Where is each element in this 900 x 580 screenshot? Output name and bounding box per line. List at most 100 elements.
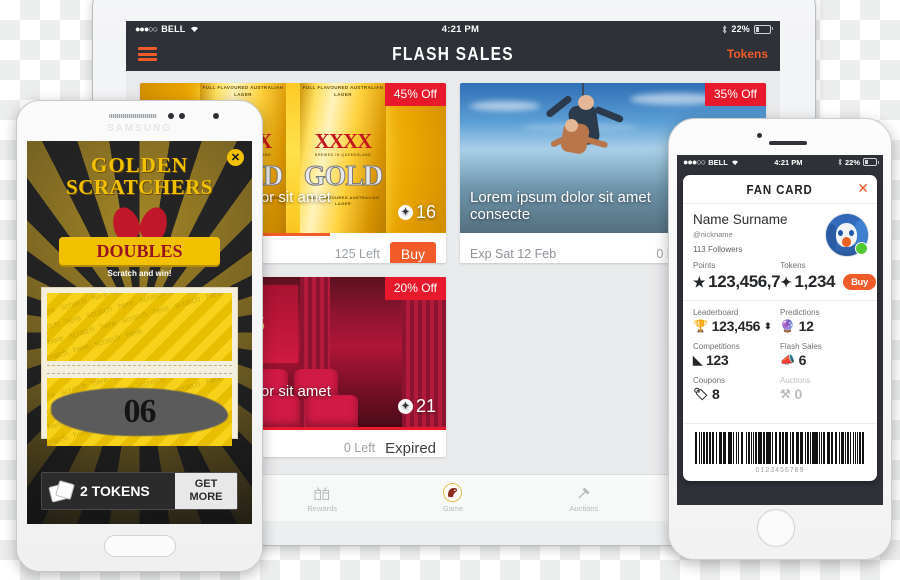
points-label: Points [693, 261, 716, 270]
carrier-label: BELL [708, 157, 728, 167]
stat-coupons[interactable]: Coupons 🏷 8 [693, 376, 780, 402]
game-tagline: Scratch and win! [107, 269, 172, 278]
profile-block: Name Surname @nickname 113 Followers [683, 204, 877, 261]
barcode-number: 0123456789 [755, 467, 805, 474]
stat-value: 6 [798, 352, 807, 368]
online-status-dot [855, 242, 868, 255]
tag-icon: 🏷 [693, 387, 708, 401]
broncos-horse-icon [388, 483, 519, 502]
token-balance[interactable]: 2 TOKENS [42, 473, 175, 509]
earpiece-speaker [109, 114, 157, 118]
tokens-block: Tokens ✦ 1,234 Buy [780, 261, 876, 292]
scratch-panel-revealed[interactable]: scratch here scratch here scratch here s… [47, 378, 232, 446]
earpiece-speaker [769, 141, 807, 145]
followers-count: 113 Followers [693, 244, 743, 254]
beer-brand: XXXX [314, 129, 373, 153]
stat-leaderboard[interactable]: Leaderboard 🏆 123,456 ⬍ [693, 308, 780, 334]
ticket-perforation [47, 365, 232, 374]
buy-tokens-button[interactable]: Buy [843, 274, 876, 290]
stat-value-row: 🏆 123,456 ⬍ [693, 318, 780, 334]
points-value: 123,456,7 [708, 272, 781, 291]
wifi-icon [731, 160, 738, 165]
stock-left: 0 Left [343, 441, 376, 455]
get-more-line1: GET [194, 478, 218, 491]
stat-auctions[interactable]: Auctions ⚒ 0 [780, 376, 867, 402]
revealed-number: 06 [123, 393, 157, 430]
device-brand: SAMSUNG [106, 123, 173, 134]
get-more-button[interactable]: GET MORE [175, 473, 237, 509]
megaphone-icon: 📣 [780, 353, 795, 367]
user-nickname: @nickname [693, 229, 733, 239]
signal-dots-icon: ●●●○○ [683, 157, 706, 167]
token-balance-label: 2 TOKENS [80, 483, 150, 499]
token-bar: 2 TOKENS GET MORE [41, 472, 238, 510]
scratch-ticket[interactable]: scratch here scratch here scratch here s… [41, 287, 238, 446]
home-button[interactable] [757, 509, 795, 547]
stat-flash-sales[interactable]: Flash Sales 📣 6 [780, 342, 867, 368]
token-icon: ✦ [780, 273, 792, 290]
tokens-link[interactable]: Tokens [727, 47, 768, 61]
bluetooth-icon [723, 24, 727, 34]
crystal-ball-icon: 🔮 [780, 319, 795, 333]
game-title: GOLDEN SCRATCHERS [27, 154, 252, 199]
discount-badge: 45% Off [384, 83, 446, 106]
status-time: 4:21 PM [441, 23, 480, 35]
expiry-label: Exp Sat 12 Feb [470, 247, 557, 261]
tablet-app-navbar: FLASH SALES Tokens [126, 37, 780, 71]
avatar[interactable] [825, 213, 869, 257]
gavel-icon: ⚒ [780, 387, 791, 401]
token-cost-value: 16 [415, 202, 436, 223]
tokens-value: 1,234 [794, 272, 836, 291]
token-icon: ✦ [397, 205, 413, 221]
get-more-line2: MORE [189, 491, 223, 503]
sensor-dot [168, 113, 174, 119]
stat-predictions[interactable]: Predictions 🔮 12 [780, 308, 867, 334]
menu-icon[interactable] [138, 47, 157, 61]
points-tokens-row: Points ★ 123,456,7 Tokens ✦ 1,234 Buy [683, 261, 877, 301]
token-icon: ✦ [397, 399, 413, 415]
tablet-status-bar: ●●●○○ BELL 4:21 PM 22% [126, 21, 780, 37]
tab-label: Game [442, 503, 464, 513]
fan-card-title: FAN CARD [746, 181, 814, 197]
points-value-row: ★ 123,456,7 [693, 272, 781, 292]
battery-icon [863, 158, 879, 166]
expired-label: Expired [385, 439, 436, 457]
token-cost-value: 21 [415, 396, 436, 417]
scratch-panel-unscratched[interactable]: scratch here scratch here scratch here s… [47, 293, 232, 361]
samsung-phone-device: SAMSUNG ✕ GOLDEN SCRATCHERS DOUBLES Scra… [16, 100, 263, 572]
tab-game[interactable]: Game [388, 483, 519, 513]
tab-rewards[interactable]: Rewards [257, 484, 388, 513]
stat-value: 0 [794, 386, 802, 402]
stat-value-row: ⚒ 0 [780, 386, 867, 402]
skydiver-figure [545, 83, 625, 173]
signal-dots-icon: ●●●○○ [135, 24, 158, 34]
gift-icon [257, 484, 388, 502]
tab-auctions[interactable]: Auctions [518, 484, 649, 513]
profile-names: Name Surname @nickname 113 Followers [693, 212, 819, 255]
tokens-label: Tokens [780, 261, 806, 270]
beer-top-text: FULL FLAVOURED AUSTRALIAN LAGER [302, 85, 384, 97]
doubles-banner: DOUBLES [59, 237, 220, 265]
discount-badge: 35% Off [704, 83, 766, 106]
beer-sub: BREWED IN QUEENSLAND [314, 153, 372, 157]
stat-value: 123,456 [711, 318, 761, 334]
carrier-label: BELL [161, 24, 186, 34]
stat-value-row: 📣 6 [780, 352, 867, 368]
home-button[interactable] [104, 535, 176, 557]
samsung-screen: ✕ GOLDEN SCRATCHERS DOUBLES Scratch and … [27, 141, 252, 524]
barcode-image [695, 432, 866, 464]
wifi-icon [190, 26, 198, 32]
battery-percent: 22% [731, 24, 750, 34]
stat-label: Flash Sales [780, 342, 822, 351]
stats-grid: Leaderboard 🏆 123,456 ⬍ Predictions 🔮 12 [683, 301, 877, 406]
close-icon[interactable]: ✕ [857, 181, 869, 195]
token-cost: ✦ 16 [397, 202, 436, 223]
stat-label: Auctions [780, 376, 811, 385]
stat-competitions[interactable]: Competitions ◣ 123 [693, 342, 780, 368]
fan-card-sheet: FAN CARD ✕ Name Surname @nickname 113 Fo… [683, 175, 877, 481]
star-icon: ★ [693, 273, 706, 290]
trend-arrow-icon: ⬍ [764, 320, 772, 331]
stat-value: 123 [705, 352, 729, 368]
stat-label: Competitions [693, 342, 740, 351]
buy-button[interactable]: Buy [389, 242, 436, 263]
